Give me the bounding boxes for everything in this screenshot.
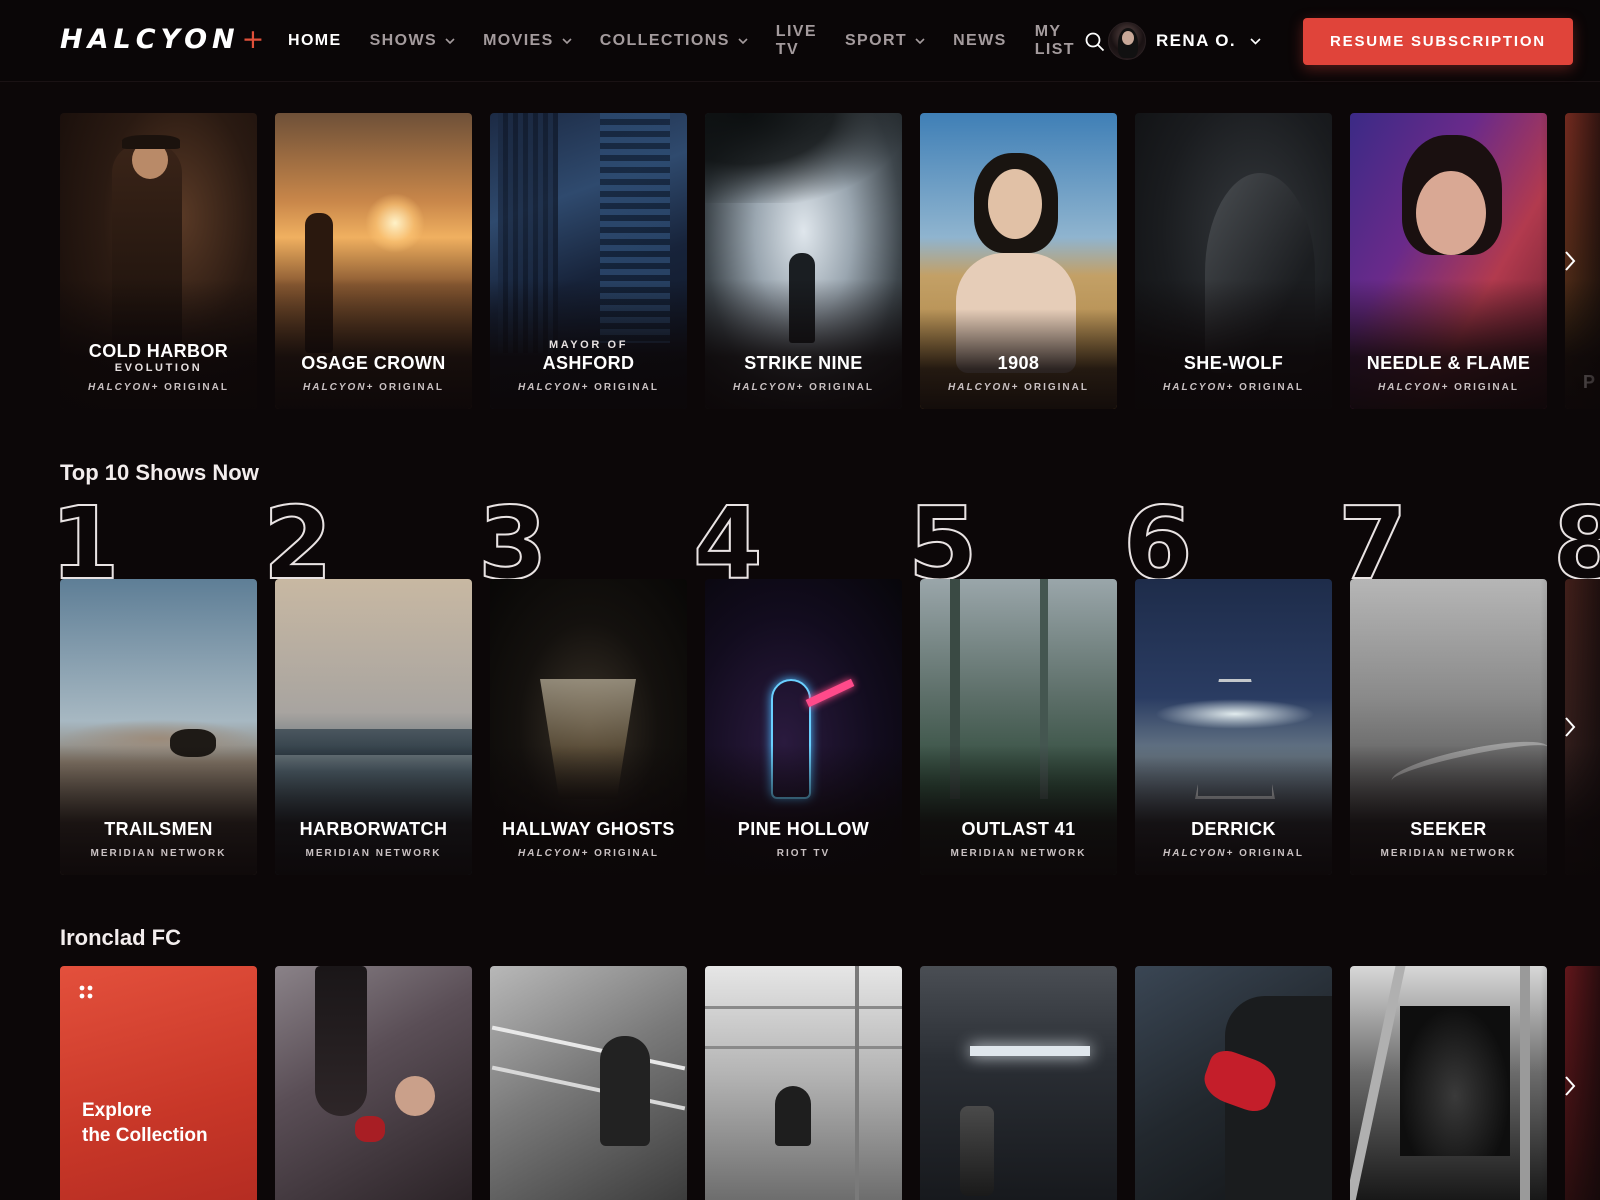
card-brand: HALCYON+ ORIGINAL (518, 382, 659, 393)
title-card-cold-harbor[interactable]: COLD HARBOR EVOLUTION HALCYON+ ORIGINAL (60, 113, 257, 409)
card-brand: HALCYON+ ORIGINAL (948, 382, 1089, 393)
main-nav: HOME SHOWS MOVIES COLLECTIONS LIVE TV SP… (288, 0, 1103, 82)
chevron-down-icon (738, 37, 748, 44)
explore-line1: Explore (82, 1100, 152, 1121)
top10-heading: Top 10 Shows Now (60, 460, 259, 485)
card-subtitle: EVOLUTION (114, 362, 203, 374)
title-card-pine-hollow[interactable]: PINE HOLLOW RIOT TV (705, 579, 902, 875)
ironclad-heading: Ironclad FC (60, 925, 182, 950)
nav-news[interactable]: NEWS (953, 32, 1007, 50)
title-card-seeker[interactable]: SEEKER MERIDIAN NETWORK (1350, 579, 1547, 875)
resume-subscription-label: RESUME SUBSCRIPTION (1330, 33, 1546, 50)
halcyon-logo[interactable]: HALCYON+ (60, 24, 269, 55)
chevron-down-icon (445, 37, 455, 44)
card-network: MERIDIAN NETWORK (90, 848, 227, 859)
chevron-right-icon (1565, 251, 1576, 271)
nav-my-list-line1: MY (1034, 23, 1062, 40)
nav-news-label: NEWS (953, 32, 1007, 49)
card-title: ASHFORD (542, 353, 635, 373)
card-network: HALCYON+ ORIGINAL (518, 848, 659, 859)
user-menu[interactable]: RENA O. (1156, 31, 1261, 51)
card-title: OUTLAST 41 (961, 819, 1076, 839)
top-navigation-bar: HALCYON+ HOME SHOWS MOVIES COLLECTIONS L… (0, 0, 1600, 82)
nav-my-list[interactable]: MY LIST (1035, 23, 1075, 59)
title-card-1908[interactable]: 1908 HALCYON+ ORIGINAL (920, 113, 1117, 409)
nav-home-label: HOME (288, 32, 342, 49)
title-card-harborwatch[interactable]: HARBORWATCH MERIDIAN NETWORK (275, 579, 472, 875)
title-card-hallway-ghosts[interactable]: HALLWAY GHOSTS HALCYON+ ORIGINAL (490, 579, 687, 875)
nav-my-list-line2: LIST (1034, 41, 1075, 58)
nav-live-tv-line1: LIVE (775, 23, 817, 40)
nav-movies[interactable]: MOVIES (483, 32, 572, 50)
card-title: HARBORWATCH (299, 819, 448, 839)
row-next-button[interactable] (1540, 579, 1600, 875)
card-network: MERIDIAN NETWORK (1380, 848, 1517, 859)
chevron-down-icon (915, 37, 925, 44)
card-title: OSAGE CROWN (301, 353, 446, 373)
card-brand: HALCYON+ ORIGINAL (88, 382, 229, 393)
chevron-right-icon (1565, 1076, 1576, 1096)
ironclad-card[interactable] (920, 966, 1117, 1200)
title-card-trailsmen[interactable]: TRAILSMEN MERIDIAN NETWORK (60, 579, 257, 875)
card-pretitle: MAYOR OF (548, 339, 629, 351)
card-title: 1908 (997, 353, 1040, 373)
ironclad-card[interactable] (490, 966, 687, 1200)
ironclad-card[interactable] (1350, 966, 1547, 1200)
card-title: SEEKER (1410, 819, 1487, 839)
nav-live-tv-line2: TV (775, 41, 800, 58)
chevron-down-icon (562, 37, 572, 44)
chevron-right-icon (1565, 717, 1576, 737)
resume-subscription-button[interactable]: RESUME SUBSCRIPTION (1303, 18, 1573, 65)
avatar[interactable] (1108, 22, 1146, 60)
card-title: HALLWAY GHOSTS (502, 819, 675, 839)
card-title: COLD HARBOR (88, 341, 229, 361)
card-network: MERIDIAN NETWORK (950, 848, 1087, 859)
card-network: RIOT TV (776, 848, 831, 859)
originals-row: COLD HARBOR EVOLUTION HALCYON+ ORIGINAL … (60, 113, 1600, 409)
title-card-she-wolf[interactable]: SHE-WOLF HALCYON+ ORIGINAL (1135, 113, 1332, 409)
card-title: STRIKE NINE (744, 353, 863, 373)
ironclad-card[interactable] (1135, 966, 1332, 1200)
grid-dots-icon (79, 985, 93, 999)
nav-live-tv[interactable]: LIVE TV (776, 23, 817, 59)
card-title: SHE-WOLF (1183, 353, 1284, 373)
card-brand: HALCYON+ ORIGINAL (1163, 382, 1304, 393)
row-next-button[interactable] (1540, 113, 1600, 409)
title-card-derrick[interactable]: DERRICK HALCYON+ ORIGINAL (1135, 579, 1332, 875)
nav-shows-label: SHOWS (369, 32, 438, 49)
title-card-mayor-of-ashford[interactable]: MAYOR OF ASHFORD HALCYON+ ORIGINAL (490, 113, 687, 409)
explore-line2: the Collection (82, 1125, 208, 1146)
nav-sport-label: SPORT (844, 32, 908, 49)
logo-plus: + (241, 24, 270, 55)
nav-shows[interactable]: SHOWS (370, 32, 455, 50)
row-next-button[interactable] (1540, 966, 1600, 1200)
card-title: PINE HOLLOW (737, 819, 870, 839)
card-title: TRAILSMEN (104, 819, 213, 839)
nav-home[interactable]: HOME (288, 32, 342, 50)
ironclad-row: Explore the Collection (60, 966, 1600, 1200)
nav-collections-label: COLLECTIONS (599, 32, 730, 49)
title-card-needle-and-flame[interactable]: NEEDLE & FLAME HALCYON+ ORIGINAL (1350, 113, 1547, 409)
card-brand: HALCYON+ ORIGINAL (303, 382, 444, 393)
card-brand: HALCYON+ ORIGINAL (733, 382, 874, 393)
title-card-osage-crown[interactable]: OSAGE CROWN HALCYON+ ORIGINAL (275, 113, 472, 409)
nav-movies-label: MOVIES (483, 32, 554, 49)
card-title: DERRICK (1191, 819, 1276, 839)
card-network: MERIDIAN NETWORK (305, 848, 442, 859)
card-brand: HALCYON+ ORIGINAL (1378, 382, 1519, 393)
top10-row: TRAILSMEN MERIDIAN NETWORK HARBORWATCH M… (60, 579, 1600, 875)
title-card-outlast-41[interactable]: OUTLAST 41 MERIDIAN NETWORK (920, 579, 1117, 875)
nav-sport[interactable]: SPORT (845, 32, 925, 50)
card-network: HALCYON+ ORIGINAL (1163, 848, 1304, 859)
logo-wordmark: HALCYON (60, 24, 240, 55)
nav-collections[interactable]: COLLECTIONS (600, 32, 748, 50)
ironclad-card[interactable] (705, 966, 902, 1200)
search-icon[interactable] (1084, 31, 1106, 53)
explore-collection-card[interactable]: Explore the Collection (60, 966, 257, 1200)
title-card-strike-nine[interactable]: STRIKE NINE HALCYON+ ORIGINAL (705, 113, 902, 409)
card-title: NEEDLE & FLAME (1366, 353, 1531, 373)
chevron-down-icon (1250, 37, 1261, 45)
ironclad-card[interactable] (275, 966, 472, 1200)
user-name-label: RENA O. (1156, 31, 1237, 50)
